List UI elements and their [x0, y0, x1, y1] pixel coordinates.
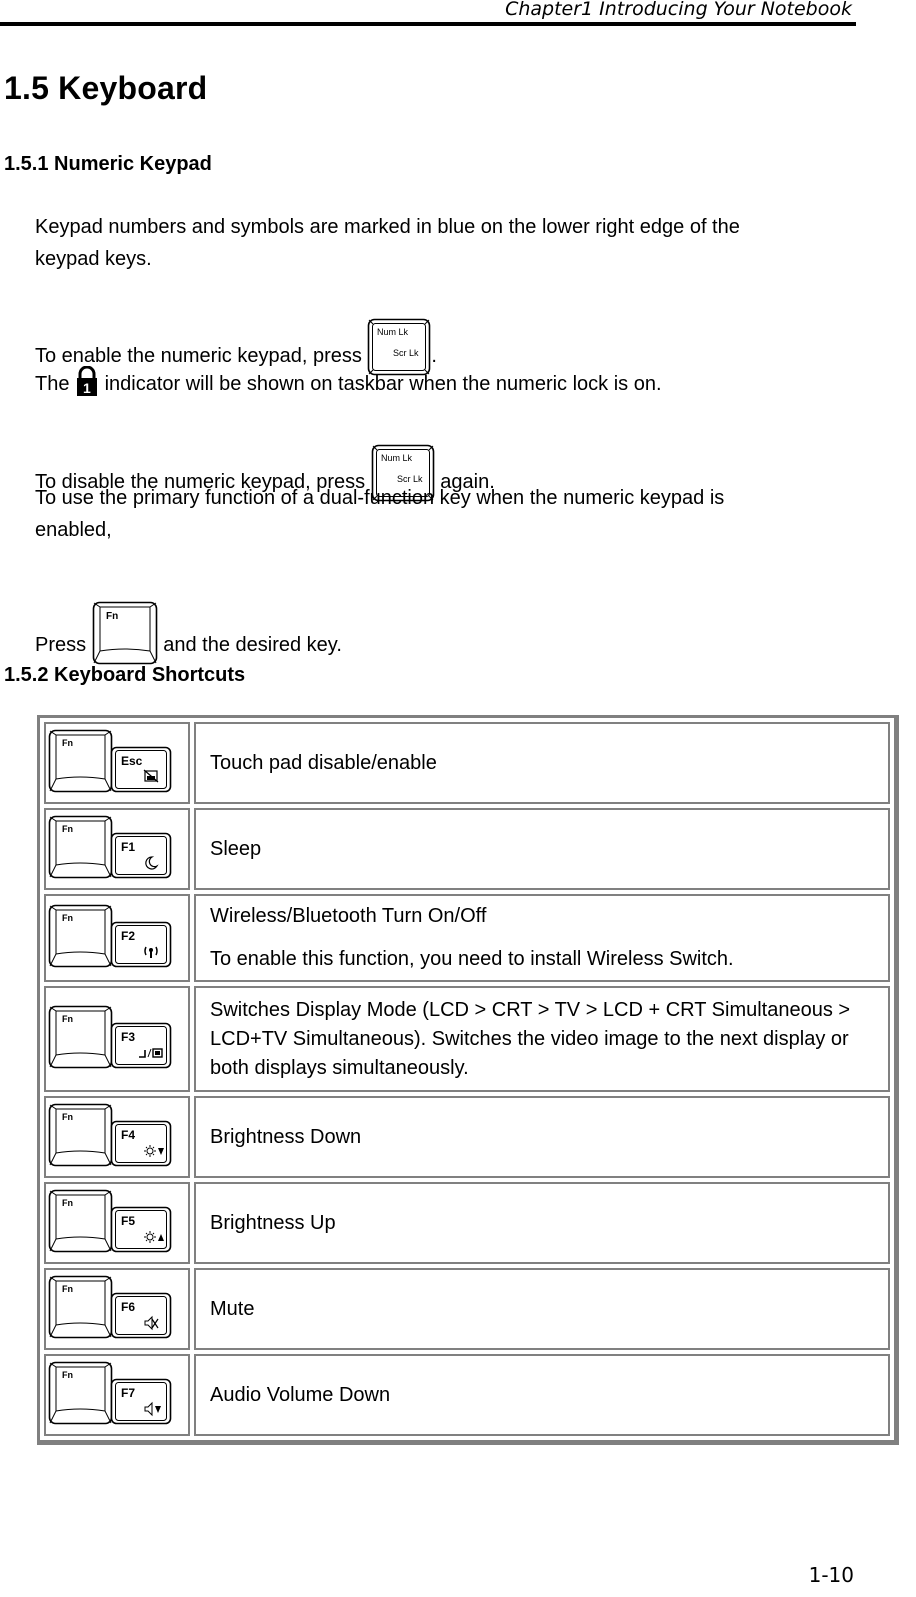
shortcut-description: Audio Volume Down [210, 1383, 391, 1406]
shortcut-description: Touch pad disable/enable [210, 751, 437, 774]
key-combo-cell: Fn Esc [44, 722, 190, 804]
fn-key-label: Fn [62, 913, 73, 923]
key-combo-cell: Fn F2 [44, 894, 190, 982]
press-text-end: and the desired key. [157, 634, 342, 656]
shortcut-row: Fn F3 Switches Display Mode (LCD > CRT > … [44, 986, 890, 1092]
description-cell: Brightness Down [194, 1096, 890, 1178]
fn-key-label: Fn [106, 611, 118, 622]
shortcut-row: Fn F7 Audio Volume Down [44, 1354, 890, 1436]
fn-key: Fn [48, 815, 113, 878]
fn-key: Fn [92, 601, 158, 665]
shortcut-description-note: To enable this function, you need to ins… [210, 948, 734, 970]
description-cell: Mute [194, 1268, 890, 1350]
shortcut-description: Brightness Down [210, 1125, 362, 1148]
function-key-label: F4 [121, 1128, 135, 1142]
shortcut-row: Fn F4 Brightness Down [44, 1096, 890, 1178]
fn-key-label: Fn [62, 1198, 73, 1208]
indicator-instruction: The 1 indicator will be shown on taskbar… [35, 366, 662, 400]
function-key-f6: F6 [110, 1292, 172, 1338]
key-combo-cell: Fn F1 [44, 808, 190, 890]
indicator-text-start: The [35, 373, 76, 395]
enable-instruction: To enable the numeric keypad, press Num … [35, 314, 437, 376]
intro-line-1: Keypad numbers and symbols are marked in… [35, 216, 740, 238]
dual-function-line-2: enabled, [35, 519, 112, 541]
shortcut-row: Fn F5 Brightness Up [44, 1182, 890, 1264]
key-combo-cell: Fn F4 [44, 1096, 190, 1178]
svg-text:1: 1 [83, 380, 91, 396]
indicator-text-end: indicator will be shown on taskbar when … [99, 373, 662, 395]
description-cell: Touch pad disable/enable [194, 722, 890, 804]
function-key-label: F6 [121, 1300, 135, 1314]
function-key-f4: F4 [110, 1120, 172, 1166]
press-fn-instruction: Press Fn and the desired key. [35, 597, 342, 665]
fn-key: Fn [48, 1361, 113, 1424]
intro-line-2: keypad keys. [35, 248, 152, 270]
function-key-label: F3 [121, 1030, 135, 1044]
function-key-label: Esc [121, 754, 143, 768]
running-header-title: Chapter1 Introducing Your Notebook [505, 0, 852, 20]
enable-text: To enable the numeric keypad, press [35, 345, 368, 367]
fn-key-label: Fn [62, 824, 73, 834]
function-key-label: F5 [121, 1214, 135, 1228]
function-key-f5: F5 [110, 1206, 172, 1252]
key-combo-cell: Fn F7 [44, 1354, 190, 1436]
description-cell: Audio Volume Down [194, 1354, 890, 1436]
fn-key-label: Fn [62, 1284, 73, 1294]
shortcut-row: Fn Esc Touch pad disable/enable [44, 722, 890, 804]
function-key-f3: F3 [110, 1022, 172, 1068]
dual-function-line-1: To use the primary function of a dual-fu… [35, 487, 725, 509]
function-key-label: F7 [121, 1386, 135, 1400]
key-combo-cell: Fn F5 [44, 1182, 190, 1264]
function-key-f2: F2 [110, 921, 172, 967]
fn-key-label: Fn [62, 738, 73, 748]
description-cell: Sleep [194, 808, 890, 890]
function-key-label: F2 [121, 929, 135, 943]
shortcut-description: Wireless/Bluetooth Turn On/Off [210, 905, 487, 927]
section-title: 1.5 Keyboard [4, 70, 208, 106]
description-cell: Brightness Up [194, 1182, 890, 1264]
fn-key: Fn [48, 904, 113, 967]
shortcut-row: Fn F6 Mute [44, 1268, 890, 1350]
key-combo-cell: Fn F3 [44, 986, 190, 1092]
fn-key: Fn [48, 1275, 113, 1338]
shortcuts-table: Fn Esc Touch pad disable/enable Fn F1 Slee… [37, 715, 899, 1445]
press-text: Press [35, 634, 92, 656]
fn-key-label: Fn [62, 1370, 73, 1380]
function-key-f7: F7 [110, 1378, 172, 1424]
fn-key-label: Fn [62, 1014, 73, 1024]
subsection-heading-keyboard-shortcuts: 1.5.2 Keyboard Shortcuts [4, 664, 246, 686]
shortcut-row: Fn F2 Wireless/Bluetooth Turn On/Off To en… [44, 894, 890, 982]
function-key-f1: F1 [110, 832, 172, 878]
subsection-heading-numeric-keypad: 1.5.1 Numeric Keypad [4, 153, 212, 175]
description-cell: Switches Display Mode (LCD > CRT > TV > … [194, 986, 890, 1092]
fn-key: Fn [48, 1005, 113, 1068]
fn-key: Fn [48, 1103, 113, 1166]
numlock-key-bottom-label: Scr Lk [393, 348, 419, 358]
function-key-esc: Esc [110, 746, 172, 792]
shortcut-description: Mute [210, 1297, 255, 1320]
numlock-padlock-1-icon: 1 [75, 366, 99, 396]
enable-text-end: . [431, 345, 437, 367]
key-combo-cell: Fn F6 [44, 1268, 190, 1350]
shortcut-description: Switches Display Mode (LCD > CRT > TV > … [210, 998, 851, 1079]
shortcut-description: Sleep [210, 837, 262, 860]
fn-key: Fn [48, 729, 113, 792]
running-header: Chapter1 Introducing Your Notebook [0, 0, 856, 26]
description-cell: Wireless/Bluetooth Turn On/Off To enable … [194, 894, 890, 982]
shortcut-description: Brightness Up [210, 1211, 336, 1234]
shortcut-row: Fn F1 Sleep [44, 808, 890, 890]
fn-key: Fn [48, 1189, 113, 1252]
page-number: 1-10 [808, 1563, 854, 1587]
function-key-label: F1 [121, 840, 135, 854]
numlock-key-top-label: Num Lk [377, 327, 409, 337]
fn-key-label: Fn [62, 1112, 73, 1122]
numlock-key-top-label: Num Lk [381, 453, 413, 463]
